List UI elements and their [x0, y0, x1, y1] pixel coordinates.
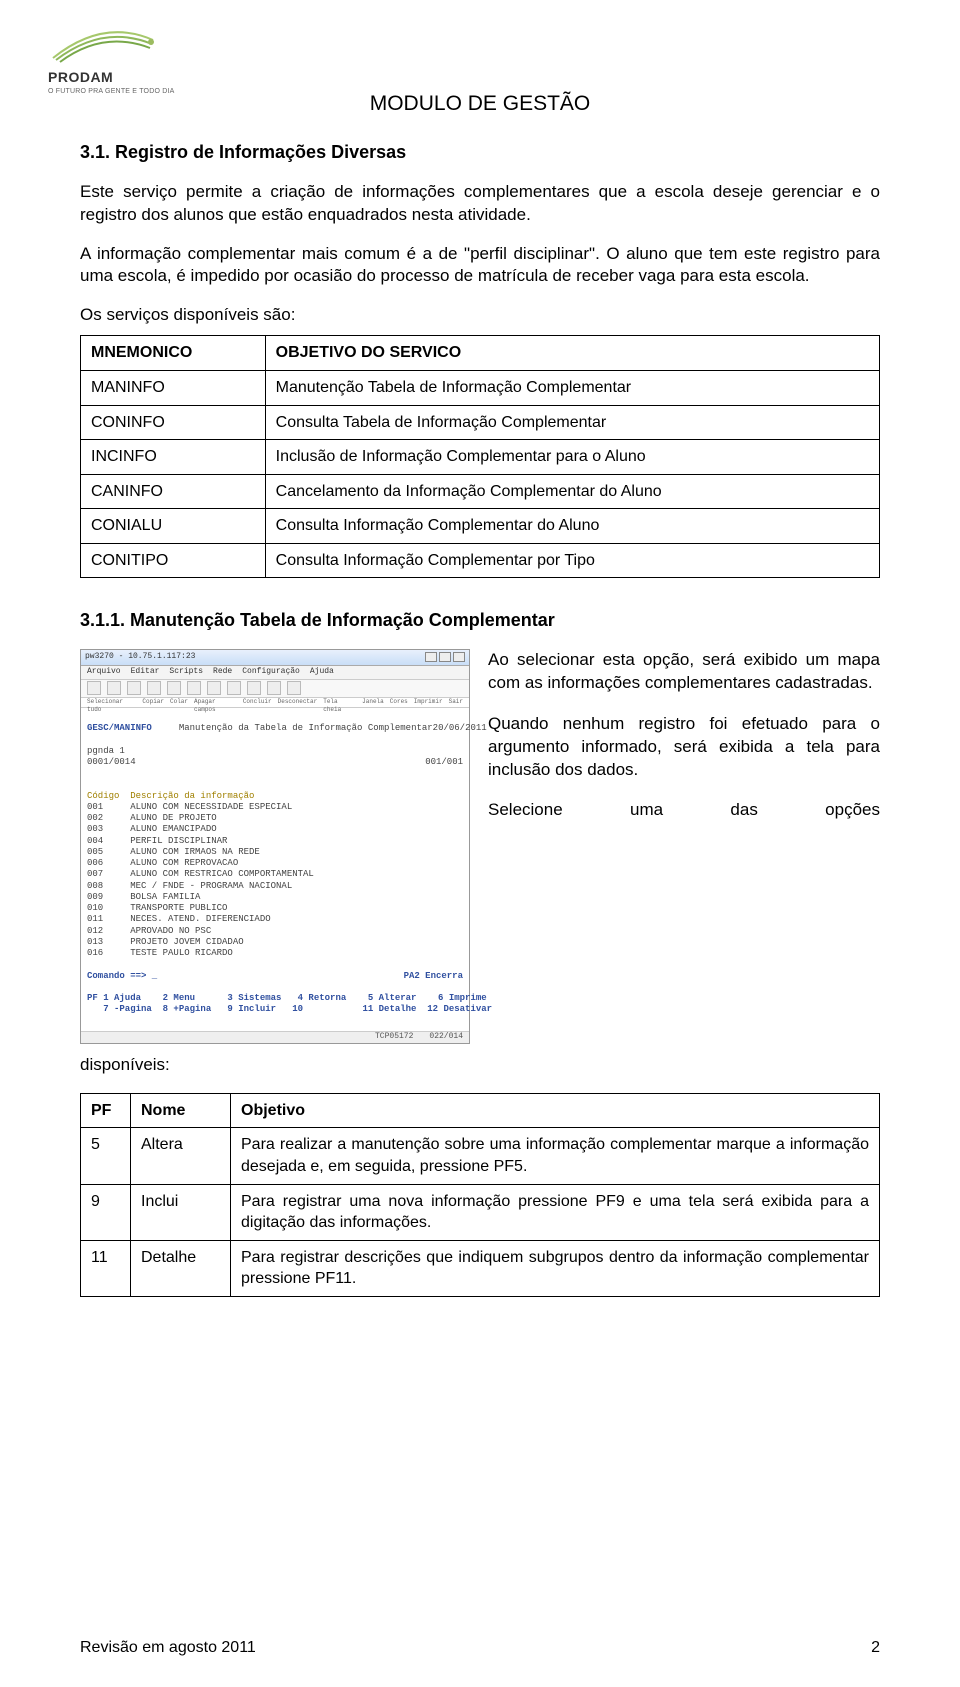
toolbar-button[interactable]	[207, 681, 221, 695]
terminal-statusbar: TCP05172 022/014	[81, 1031, 469, 1043]
menubar: Arquivo Editar Scripts Rede Configuração…	[81, 666, 469, 680]
footer-revision: Revisão em agosto 2011	[80, 1637, 256, 1659]
menu-item[interactable]: Arquivo	[87, 667, 121, 678]
col-nome: Nome	[131, 1093, 231, 1128]
right-text-block: Ao selecionar esta opção, será exibido u…	[488, 649, 880, 841]
paragraph-1: Este serviço permite a criação de inform…	[80, 181, 880, 227]
window-titlebar: pw3270 - 10.75.1.117:23	[81, 650, 469, 666]
window-minimize-icon[interactable]	[425, 652, 437, 662]
col-pf: PF	[81, 1093, 131, 1128]
footer-page-number: 2	[871, 1637, 880, 1659]
terminal-screenshot: pw3270 - 10.75.1.117:23 Arquivo Editar S…	[80, 649, 470, 1044]
terminal-body[interactable]: GESC/MANINFO Manutenção da Tabela de Inf…	[81, 708, 469, 1031]
menu-item[interactable]: Ajuda	[310, 667, 334, 678]
table-header-row: MNEMONICO OBJETIVO DO SERVICO	[81, 336, 880, 371]
table-row: CANINFOCancelamento da Informação Comple…	[81, 474, 880, 509]
toolbar-button[interactable]	[167, 681, 181, 695]
toolbar-button[interactable]	[267, 681, 281, 695]
toolbar-button[interactable]	[227, 681, 241, 695]
menu-item[interactable]: Scripts	[169, 667, 203, 678]
section-heading: 3.1. Registro de Informações Diversas	[80, 140, 880, 164]
right-para-2: Quando nenhum registro foi efetuado para…	[488, 713, 880, 782]
table-row: CONITIPOConsulta Informação Complementar…	[81, 543, 880, 578]
menu-item[interactable]: Configuração	[242, 667, 300, 678]
table-row: MANINFOManutenção Tabela de Informação C…	[81, 370, 880, 405]
toolbar-button[interactable]	[127, 681, 141, 695]
right-para-1: Ao selecionar esta opção, será exibido u…	[488, 649, 880, 695]
window-title: pw3270 - 10.75.1.117:23	[85, 652, 195, 663]
subsection-heading: 3.1.1. Manutenção Tabela de Informação C…	[80, 608, 880, 632]
disponiveis-word: disponíveis:	[80, 1054, 880, 1077]
logo-swoosh-icon	[48, 28, 158, 66]
col-mnemonico: MNEMONICO	[81, 336, 266, 371]
menu-item[interactable]: Editar	[131, 667, 160, 678]
paragraph-2: A informação complementar mais comum é a…	[80, 243, 880, 289]
services-table: MNEMONICO OBJETIVO DO SERVICO MANINFOMan…	[80, 335, 880, 578]
table-header-row: PF Nome Objetivo	[81, 1093, 880, 1128]
page-container: PRODAM O FUTURO PRA GENTE E TODO DIA MOD…	[0, 0, 960, 1687]
toolbar-button[interactable]	[247, 681, 261, 695]
window-close-icon[interactable]	[453, 652, 465, 662]
toolbar-labels: Selecionar tudo Copiar Colar Apagar camp…	[81, 698, 469, 708]
module-title: MODULO DE GESTÃO	[80, 90, 880, 118]
toolbar	[81, 680, 469, 698]
menu-item[interactable]: Rede	[213, 667, 232, 678]
toolbar-button[interactable]	[187, 681, 201, 695]
toolbar-button[interactable]	[107, 681, 121, 695]
col-objetivo: OBJETIVO DO SERVICO	[265, 336, 879, 371]
table-row: INCINFOInclusão de Informação Complement…	[81, 440, 880, 475]
table-row: CONINFOConsulta Tabela de Informação Com…	[81, 405, 880, 440]
pf-table: PF Nome Objetivo 5 Altera Para realizar …	[80, 1093, 880, 1297]
status-tcp: TCP05172	[375, 1032, 413, 1043]
toolbar-button[interactable]	[147, 681, 161, 695]
status-cursorpos: 022/014	[429, 1032, 463, 1043]
brand-logo: PRODAM O FUTURO PRA GENTE E TODO DIA	[48, 28, 178, 96]
col-objetivo: Objetivo	[231, 1093, 880, 1128]
table-row: CONIALUConsulta Informação Complementar …	[81, 509, 880, 544]
page-footer: Revisão em agosto 2011 2	[80, 1637, 880, 1659]
window-maximize-icon[interactable]	[439, 652, 451, 662]
brand-tagline: O FUTURO PRA GENTE E TODO DIA	[48, 87, 178, 96]
toolbar-button[interactable]	[87, 681, 101, 695]
table-row: 5 Altera Para realizar a manutenção sobr…	[81, 1128, 880, 1184]
toolbar-button[interactable]	[287, 681, 301, 695]
select-line: Selecione uma das opções	[488, 799, 880, 822]
table-row: 9 Inclui Para registrar uma nova informa…	[81, 1184, 880, 1240]
services-intro: Os serviços disponíveis são:	[80, 304, 880, 327]
table-row: 11 Detalhe Para registrar descrições que…	[81, 1240, 880, 1296]
brand-name: PRODAM	[48, 68, 178, 87]
